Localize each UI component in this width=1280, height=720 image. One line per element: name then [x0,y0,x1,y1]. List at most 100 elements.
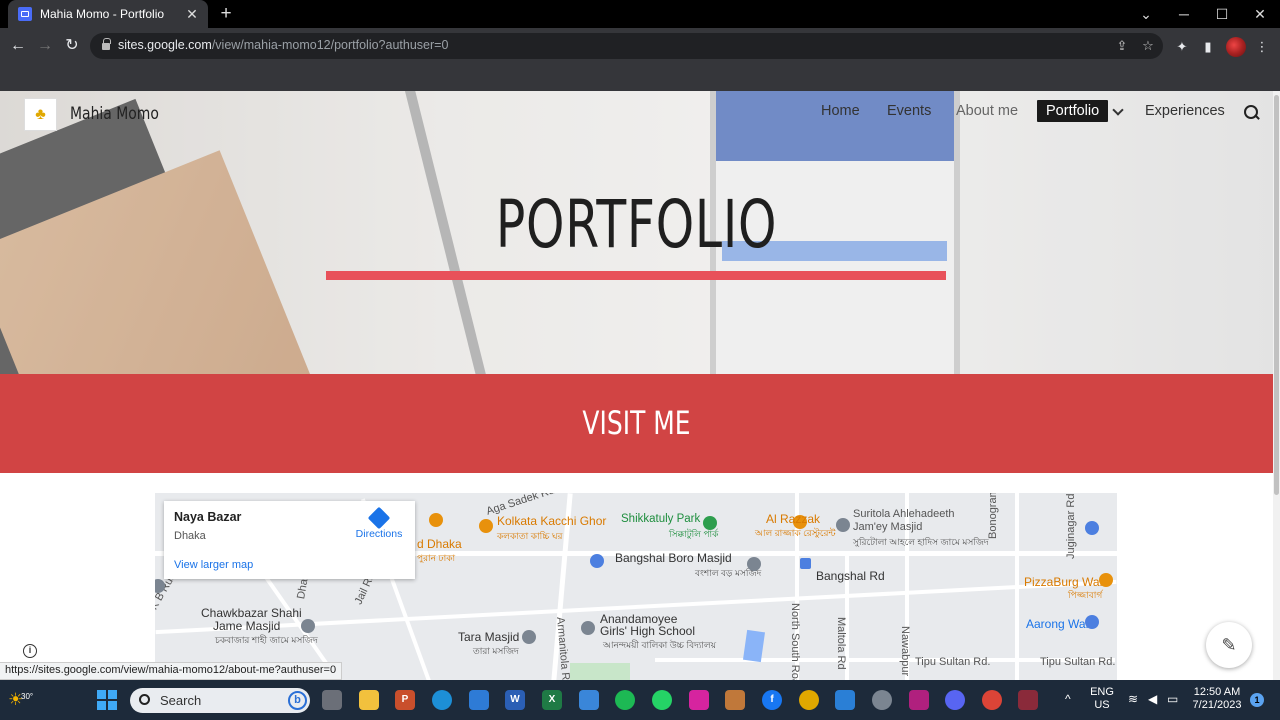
extensions-icon[interactable]: ✦ [1173,38,1191,56]
map-label: পিজ্জাবার্গ [1068,590,1103,600]
maximize-icon[interactable]: ☐ [1208,4,1236,24]
forward-icon[interactable]: → [35,36,55,56]
app-icon[interactable] [725,690,745,710]
wifi-icon[interactable]: ≋ [1128,692,1138,706]
app-icon[interactable] [1018,690,1038,710]
store-icon[interactable] [469,690,489,710]
notification-badge[interactable]: 1 [1250,693,1264,707]
info-icon[interactable]: i [23,644,37,658]
instagram-icon[interactable] [689,690,709,710]
settings-icon[interactable] [872,690,892,710]
language-indicator[interactable]: ENG US [1090,686,1114,712]
map-label: আনন্দময়ী বালিকা উচ্চ বিদ্যালয় [603,640,717,650]
chrome-profile-icon[interactable] [982,690,1002,710]
windows-start-icon[interactable] [97,690,117,710]
shop-pin-icon[interactable] [1085,521,1099,535]
todo-icon[interactable] [835,690,855,710]
embedded-map[interactable]: Aga Sadek Rd Kolkata Kacchi Ghor কলকাতা … [155,493,1117,680]
map-label: Bangshal Rd [816,569,885,583]
battery-icon[interactable]: ▭ [1167,692,1178,706]
tab-search-icon[interactable]: ⌄ [1132,4,1160,24]
bing-icon[interactable]: b [288,691,307,710]
facebook-icon[interactable]: f [762,690,782,710]
lock-icon[interactable] [102,38,111,51]
whatsapp-icon[interactable] [652,690,672,710]
browser-tab[interactable]: Mahia Momo - Portfolio ✕ [8,0,208,28]
bus-stop-icon[interactable] [800,558,811,569]
reload-icon[interactable]: ↻ [62,36,82,56]
url-host: sites.google.com [118,38,212,52]
tab-close-icon[interactable]: ✕ [184,6,200,23]
map-label: Suritola Ahlehadeeth [853,508,955,520]
nav-home[interactable]: Home [821,103,860,119]
lang-line-2: US [1094,699,1110,711]
restaurant-pin-icon[interactable] [479,519,493,533]
address-url[interactable]: sites.google.com/view/mahia-momo12/portf… [118,38,448,52]
restaurant-pin-icon[interactable] [1099,573,1113,587]
clock[interactable]: 12:50 AM 7/21/2023 [1190,686,1244,712]
bookmarks-bar [0,64,1280,91]
portfolio-dropdown-chevron-icon[interactable] [1112,105,1124,117]
nav-about-me[interactable]: About me [956,103,1018,119]
map-label: কলকাতা কাচ্চি ঘর [497,531,563,541]
profile-avatar[interactable] [1226,37,1246,57]
browser-toolbar: ← → ↻ sites.google.com/view/mahia-momo12… [0,28,1280,64]
edge-icon[interactable] [432,690,452,710]
school-pin-icon[interactable] [581,621,595,635]
map-label: Tipu Sultan Rd. [915,656,991,668]
site-name[interactable]: Mahia Momo [70,104,159,124]
nav-portfolio[interactable]: Portfolio [1037,100,1109,122]
map-park [570,663,630,680]
restaurant-pin-icon[interactable] [429,513,443,527]
word-icon[interactable]: W [505,690,525,710]
site-search-icon[interactable] [1244,105,1260,121]
address-bar[interactable]: sites.google.com/view/mahia-momo12/portf… [90,33,1163,59]
nav-events[interactable]: Events [887,103,931,119]
weather-widget[interactable]: ☀ 30° [8,688,33,712]
map-label: Jam'ey Masjid [853,521,923,533]
discord-icon[interactable] [945,690,965,710]
mosque-pin-icon[interactable] [747,557,761,571]
map-label: তারা মসজিদ [473,646,519,656]
task-view-icon[interactable] [322,690,342,710]
edit-pencil-icon[interactable]: ✎ [1206,622,1252,668]
spotify-icon[interactable] [615,690,635,710]
visit-me-heading: VISIT ME [582,404,691,442]
chrome-icon[interactable] [799,690,819,710]
shop-pin-icon[interactable] [1085,615,1099,629]
park-pin-icon[interactable] [703,516,717,530]
map-label: d Dhaka [417,537,462,551]
minimize-icon[interactable]: ─ [1170,4,1198,24]
map-label: Nawabpur Rd [899,626,911,680]
scrollbar-thumb[interactable] [1274,95,1279,495]
new-tab-button[interactable]: + [216,4,236,24]
side-panel-icon[interactable]: ▮ [1199,38,1217,56]
excel-icon[interactable]: X [542,690,562,710]
mail-icon[interactable] [579,690,599,710]
map-label: Bonogram Rd [987,493,999,539]
nav-experiences[interactable]: Experiences [1145,103,1225,119]
bookmark-star-icon[interactable]: ☆ [1139,38,1157,54]
tray-overflow-icon[interactable]: ^ [1065,692,1071,706]
mosque-pin-icon[interactable] [836,518,850,532]
back-icon[interactable]: ← [8,36,28,56]
volume-icon[interactable]: ◀ [1148,692,1157,706]
mosque-pin-icon[interactable] [590,554,604,568]
close-window-icon[interactable]: ✕ [1246,4,1274,24]
directions-button[interactable]: Directions [354,506,404,540]
mosque-pin-icon[interactable] [522,630,536,644]
taskbar-search[interactable]: Search b [130,688,310,713]
mosque-pin-icon[interactable] [301,619,315,633]
jetbrains-icon[interactable] [909,690,929,710]
site-logo[interactable]: ♣ [24,98,57,131]
map-label: Tipu Sultan Rd. [1040,656,1116,668]
directions-label: Directions [355,528,403,540]
share-icon[interactable]: ⇪ [1113,38,1131,54]
map-label: আল রাজ্জাক রেস্টুরেন্ট [755,528,836,538]
page-scrollbar[interactable] [1273,91,1280,680]
file-explorer-icon[interactable] [359,690,379,710]
powerpoint-icon[interactable]: P [395,690,415,710]
view-larger-map-link[interactable]: View larger map [174,559,253,571]
directions-icon [367,506,391,530]
browser-menu-icon[interactable]: ⋮ [1253,38,1271,56]
